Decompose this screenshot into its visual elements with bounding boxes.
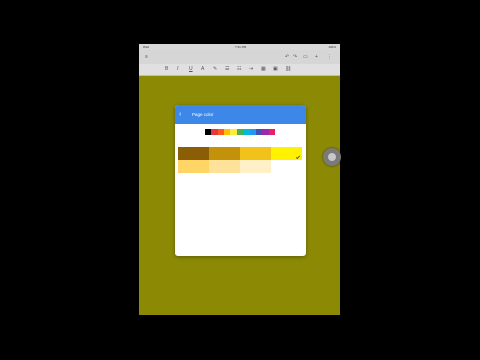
- color-swatch[interactable]: [240, 160, 271, 173]
- color-swatch[interactable]: [178, 160, 209, 173]
- color-swatch[interactable]: [209, 147, 240, 160]
- list-icon[interactable]: ☷: [237, 66, 241, 72]
- assistant-icon: [328, 153, 336, 161]
- shade-row: [178, 147, 302, 160]
- top-toolbar: ≡ ↶ ↷ ▭ + ⋮: [139, 50, 340, 65]
- link-icon[interactable]: ⛓: [285, 66, 291, 72]
- table-icon[interactable]: ▦: [261, 66, 266, 72]
- text-color-icon[interactable]: A: [201, 66, 204, 72]
- dialog-title: Page color: [192, 112, 214, 117]
- dialog-header: ‹ Page color: [175, 105, 306, 124]
- underline-icon[interactable]: U: [189, 66, 193, 72]
- color-swatch[interactable]: [209, 160, 240, 173]
- pen-icon[interactable]: ✎: [213, 66, 217, 72]
- format-toolbar: B I U A ✎ ☰ ☷ ⇥ ▦ ▣ ⛓: [139, 64, 340, 76]
- shade-grid: [178, 147, 302, 173]
- color-swatch[interactable]: [178, 147, 209, 160]
- shade-row: [178, 160, 302, 173]
- hue-swatch[interactable]: [268, 129, 275, 135]
- image-icon[interactable]: ▣: [273, 66, 278, 72]
- status-time: 7:31 PM: [235, 45, 247, 49]
- align-icon[interactable]: ☰: [225, 66, 229, 72]
- undo-icon[interactable]: ↶: [285, 54, 289, 60]
- color-swatch[interactable]: [271, 160, 302, 173]
- indent-icon[interactable]: ⇥: [249, 66, 253, 72]
- color-swatch[interactable]: [271, 147, 302, 160]
- color-swatch[interactable]: [240, 147, 271, 160]
- redo-icon[interactable]: ↷: [293, 54, 297, 60]
- page-color-dialog: ‹ Page color: [175, 105, 306, 256]
- more-icon[interactable]: ⋮: [327, 54, 332, 60]
- device-label: iPad: [143, 45, 150, 49]
- back-arrow-icon[interactable]: ‹: [179, 111, 185, 118]
- menu-icon[interactable]: ≡: [145, 54, 148, 60]
- add-icon[interactable]: +: [315, 54, 318, 60]
- bold-icon[interactable]: B: [165, 66, 168, 72]
- assistant-button[interactable]: [323, 148, 341, 166]
- battery-level: 100%: [328, 45, 336, 49]
- italic-icon[interactable]: I: [177, 66, 178, 72]
- hue-picker[interactable]: [205, 129, 275, 135]
- comment-icon[interactable]: ▭: [303, 54, 308, 60]
